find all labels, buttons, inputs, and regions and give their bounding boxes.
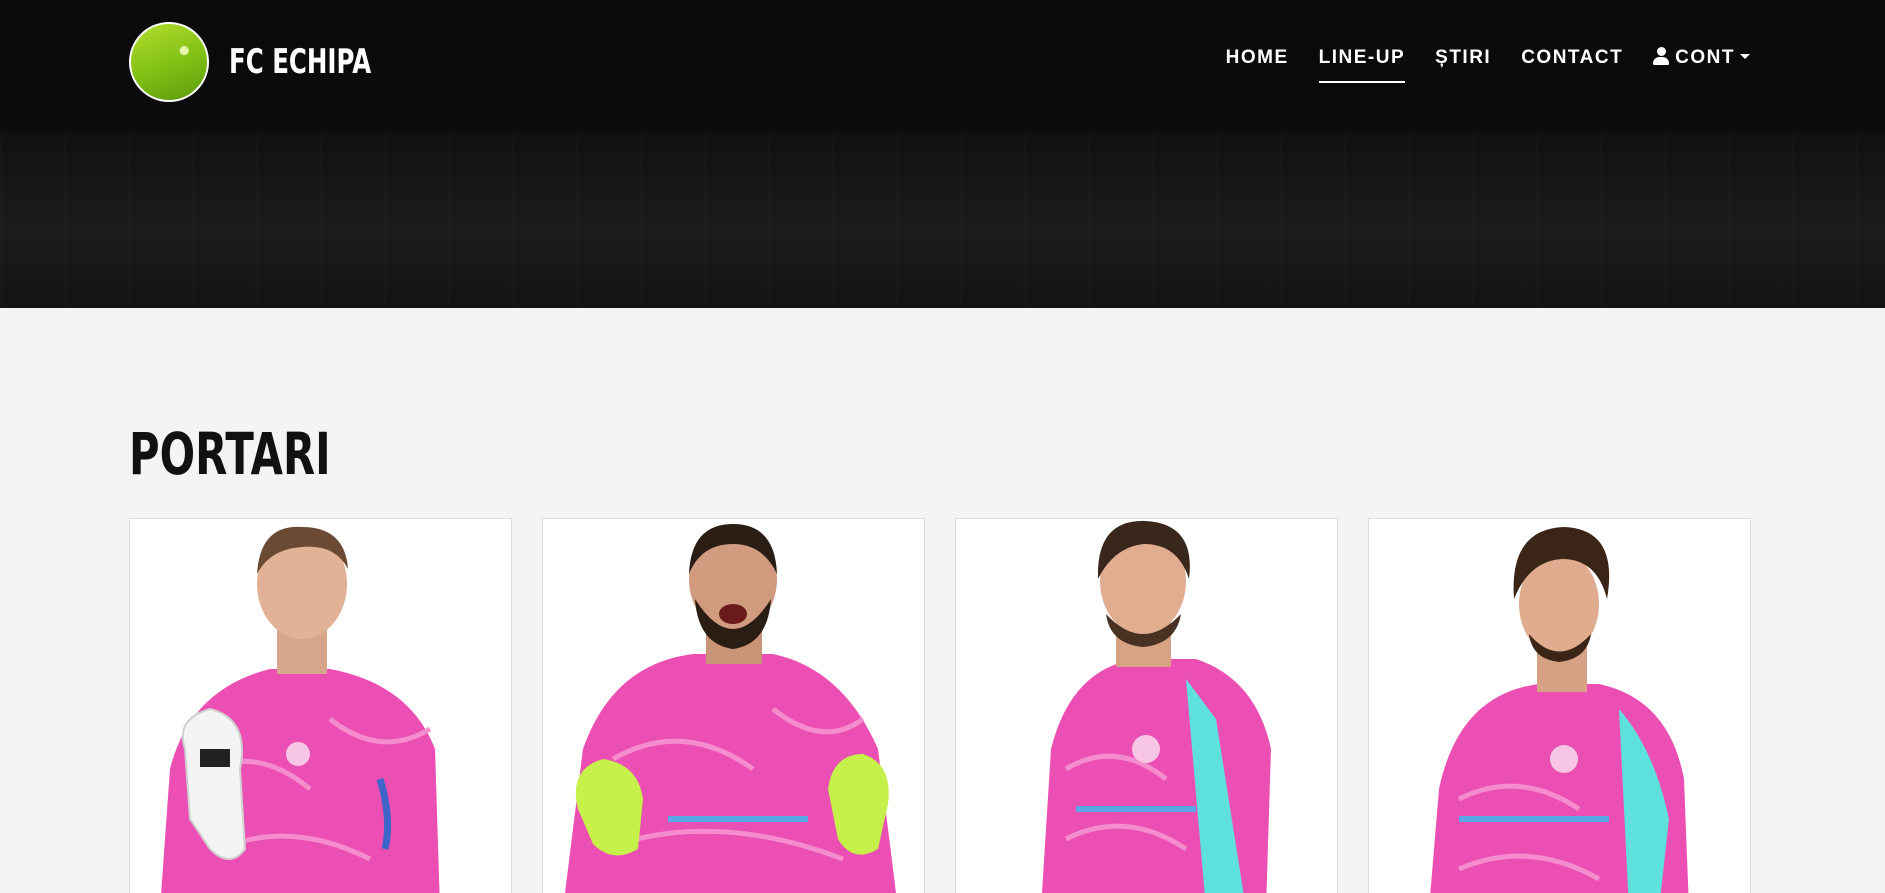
player-card[interactable]: [1368, 518, 1751, 893]
player-photo-icon: [1369, 519, 1750, 893]
player-photo-icon: [956, 519, 1337, 893]
player-card[interactable]: [129, 518, 512, 893]
main-nav: HOME LINE-UP ȘTIRI CONTACT CONT: [1196, 47, 1750, 83]
club-logo-icon: [129, 22, 209, 102]
brand-name: FC ECHIPA: [229, 42, 372, 82]
section-title: PORTARI: [129, 420, 331, 488]
chevron-down-icon: [1740, 54, 1750, 59]
site-header: FC ECHIPA HOME LINE-UP ȘTIRI CONTACT CON…: [0, 0, 1885, 131]
nav-account-dropdown[interactable]: CONT: [1653, 47, 1750, 83]
user-icon: [1653, 47, 1670, 65]
player-photo-icon: [130, 519, 511, 893]
brand-link[interactable]: FC ECHIPA: [129, 22, 426, 102]
nav-lineup[interactable]: LINE-UP: [1318, 47, 1406, 83]
nav-contact[interactable]: CONTACT: [1521, 47, 1623, 83]
nav-account-label: CONT: [1675, 47, 1735, 68]
player-grid: [129, 518, 1751, 893]
player-photo-icon: [543, 519, 924, 893]
nav-stiri[interactable]: ȘTIRI: [1435, 47, 1491, 83]
page-banner: [0, 131, 1885, 308]
nav-home[interactable]: HOME: [1226, 47, 1289, 83]
player-card[interactable]: [542, 518, 925, 893]
player-card[interactable]: [955, 518, 1338, 893]
